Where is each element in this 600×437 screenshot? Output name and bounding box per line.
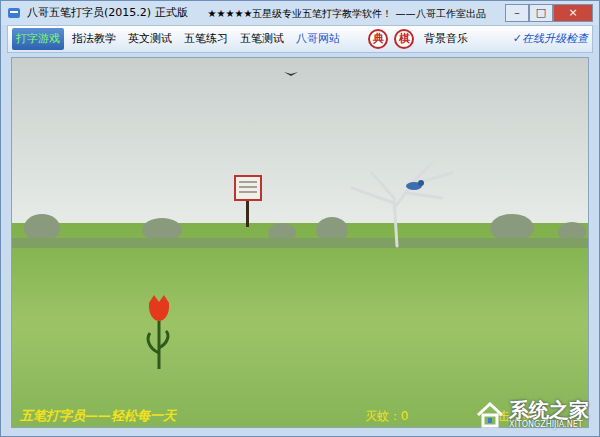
slogan: 五笔打字员——轻松每一天 bbox=[20, 406, 176, 426]
grass: 五笔打字员——轻松每一天灭蚊：0击：0 bbox=[12, 223, 588, 427]
stat: 灭蚊：0 bbox=[365, 407, 409, 425]
window-control-button[interactable]: □ bbox=[529, 4, 553, 22]
window-subtitle: ★★★★★五星级专业五笔打字教学软件！ ——八哥工作室出品 bbox=[208, 6, 486, 21]
sky bbox=[12, 58, 588, 223]
watermark: 系统之家XITONGZHIJIA.NET bbox=[471, 399, 593, 430]
update-check-link[interactable]: ✓在线升级检查 bbox=[513, 31, 588, 48]
round-button[interactable]: 典 bbox=[368, 29, 388, 49]
house-logo-icon bbox=[475, 400, 505, 430]
title-bar: 八哥五笔打字员(2015.2) 正式版 ★★★★★五星级专业五笔打字教学软件！ —… bbox=[1, 1, 599, 25]
stat-value: 0 bbox=[401, 407, 409, 425]
window-title: 八哥五笔打字员(2015.2) 正式版 bbox=[27, 5, 188, 22]
window-controls: –□× bbox=[505, 4, 593, 22]
music-toggle[interactable]: 背景音乐 bbox=[424, 31, 468, 48]
nav-tab[interactable]: 打字游戏 bbox=[12, 28, 64, 50]
perched-bird-icon bbox=[405, 178, 425, 192]
nav-tab[interactable]: 英文测试 bbox=[124, 28, 176, 50]
app-icon bbox=[7, 6, 21, 20]
nav-tab[interactable]: 五笔练习 bbox=[180, 28, 232, 50]
watermark-name: 系统之家 bbox=[509, 399, 589, 421]
toolbar: 打字游戏指法教学英文测试五笔练习五笔测试八哥网站 典棋背景音乐 ✓在线升级检查 bbox=[7, 25, 593, 53]
watermark-text: 系统之家XITONGZHIJIA.NET bbox=[509, 399, 589, 430]
horizon-trees bbox=[12, 158, 589, 248]
window-control-button[interactable]: – bbox=[505, 4, 529, 22]
grass-field bbox=[12, 223, 588, 405]
nav-tab[interactable]: 指法教学 bbox=[68, 28, 120, 50]
stat-label: 灭蚊： bbox=[365, 407, 401, 425]
tulip-icon bbox=[146, 293, 172, 371]
game-scene: 五笔打字员——轻松每一天灭蚊：0击：0 bbox=[11, 57, 589, 428]
app-window: 八哥五笔打字员(2015.2) 正式版 ★★★★★五星级专业五笔打字教学软件！ —… bbox=[0, 0, 600, 437]
window-control-button[interactable]: × bbox=[553, 4, 593, 22]
round-buttons: 典棋 bbox=[368, 29, 414, 49]
round-button[interactable]: 棋 bbox=[394, 29, 414, 49]
flying-bird-icon bbox=[284, 70, 298, 78]
website-link[interactable]: 八哥网站 bbox=[292, 28, 344, 50]
watermark-url: XITONGZHIJIA.NET bbox=[509, 421, 589, 430]
signpost-icon bbox=[234, 175, 262, 227]
nav-tab[interactable]: 五笔测试 bbox=[236, 28, 288, 50]
status-strip: 五笔打字员——轻松每一天灭蚊：0击：0 bbox=[12, 405, 588, 427]
